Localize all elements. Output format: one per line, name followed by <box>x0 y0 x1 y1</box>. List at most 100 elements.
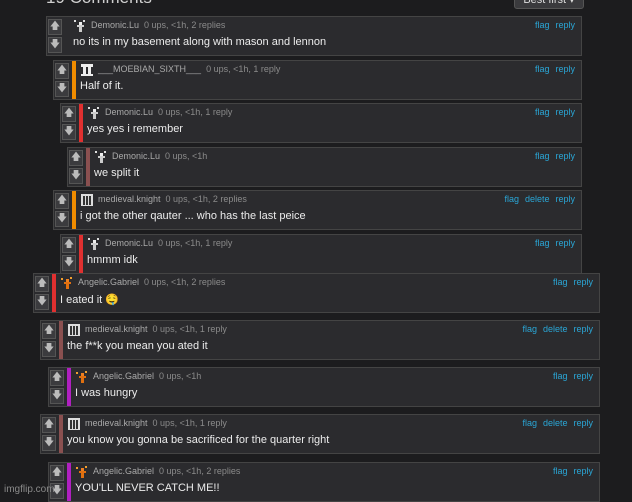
comment-username[interactable]: Demonic.Lu <box>105 107 153 117</box>
comment-stats: 0 ups, <1h, 1 reply <box>152 418 227 428</box>
thread-depth-bar <box>67 368 71 406</box>
downvote-button[interactable]: 🡇 <box>62 255 76 271</box>
knight-avatar-icon[interactable] <box>67 417 81 431</box>
reply-link[interactable]: reply <box>573 371 593 381</box>
knight-avatar-icon[interactable] <box>67 323 81 337</box>
comment-username[interactable]: medieval.knight <box>85 418 148 428</box>
comment-actions: flag reply <box>547 466 593 476</box>
upvote-button[interactable]: 🡅 <box>50 465 64 481</box>
comment-stats: 0 ups, <1h, 2 replies <box>159 466 241 476</box>
reply-link[interactable]: reply <box>555 107 575 117</box>
moebian-avatar-icon[interactable] <box>80 63 94 77</box>
thread-depth-bar <box>59 321 63 359</box>
vote-controls: 🡅 🡇 <box>41 321 57 359</box>
comment-text: you know you gonna be sacrificed for the… <box>67 434 330 446</box>
comment-meta: Demonic.Lu 0 ups, <1h, 2 replies <box>91 20 225 30</box>
upvote-button[interactable]: 🡅 <box>55 63 69 79</box>
flag-link[interactable]: flag <box>535 238 550 248</box>
comment-item: 🡅 🡇 Angelic.Gabriel 0 ups, <1h, 2 replies… <box>33 273 600 313</box>
upvote-button[interactable]: 🡅 <box>62 237 76 253</box>
downvote-button[interactable]: 🡇 <box>35 294 49 310</box>
comment-meta: Angelic.Gabriel 0 ups, <1h, 2 replies <box>78 277 225 287</box>
reply-link[interactable]: reply <box>573 466 593 476</box>
comment-stats: 0 ups, <1h, 1 reply <box>158 238 233 248</box>
upvote-button[interactable]: 🡅 <box>42 323 56 339</box>
upvote-button[interactable]: 🡅 <box>69 150 83 166</box>
comment-text: Half of it. <box>80 80 124 92</box>
flag-link[interactable]: flag <box>553 371 568 381</box>
demonic-avatar-icon[interactable] <box>73 19 87 33</box>
flag-link[interactable]: flag <box>553 277 568 287</box>
comment-item: 🡅 🡇 medieval.knight 0 ups, <1h, 1 reply f… <box>40 414 600 454</box>
downvote-button[interactable]: 🡇 <box>48 37 62 53</box>
vote-controls: 🡅 🡇 <box>54 61 70 99</box>
comment-username[interactable]: Angelic.Gabriel <box>93 371 154 381</box>
thread-depth-bar <box>86 148 90 186</box>
comment-stats: 0 ups, <1h, 1 reply <box>158 107 233 117</box>
comment-username[interactable]: Angelic.Gabriel <box>78 277 139 287</box>
reply-link[interactable]: reply <box>555 194 575 204</box>
comment-meta: medieval.knight 0 ups, <1h, 2 replies <box>98 194 247 204</box>
flag-link[interactable]: flag <box>535 151 550 161</box>
thread-depth-bar <box>65 17 69 55</box>
downvote-button[interactable]: 🡇 <box>69 168 83 184</box>
comment-item: 🡅 🡇 medieval.knight 0 ups, <1h, 2 replies… <box>53 190 582 230</box>
vote-controls: 🡅 🡇 <box>49 463 65 501</box>
upvote-button[interactable]: 🡅 <box>55 193 69 209</box>
knight-avatar-icon[interactable] <box>80 193 94 207</box>
upvote-button[interactable]: 🡅 <box>35 276 49 292</box>
downvote-button[interactable]: 🡇 <box>50 388 64 404</box>
reply-link[interactable]: reply <box>573 418 593 428</box>
comment-username[interactable]: medieval.knight <box>98 194 161 204</box>
downvote-button[interactable]: 🡇 <box>55 211 69 227</box>
upvote-button[interactable]: 🡅 <box>50 370 64 386</box>
downvote-button[interactable]: 🡇 <box>55 81 69 97</box>
upvote-button[interactable]: 🡅 <box>48 19 62 35</box>
downvote-button[interactable]: 🡇 <box>42 341 56 357</box>
comment-actions: flag reply <box>547 371 593 381</box>
reply-link[interactable]: reply <box>555 238 575 248</box>
demonic-avatar-icon[interactable] <box>94 150 108 164</box>
thread-depth-bar <box>67 463 71 501</box>
upvote-button[interactable]: 🡅 <box>42 417 56 433</box>
upvote-button[interactable]: 🡅 <box>62 106 76 122</box>
vote-controls: 🡅 🡇 <box>47 17 63 55</box>
comment-stats: 0 ups, <1h <box>165 151 208 161</box>
reply-link[interactable]: reply <box>573 277 593 287</box>
flag-link[interactable]: flag <box>535 107 550 117</box>
delete-link[interactable]: delete <box>543 418 568 428</box>
comment-actions: flag reply <box>529 64 575 74</box>
angelic-avatar-icon[interactable] <box>75 465 89 479</box>
comment-username[interactable]: ___MOEBIAN_SIXTH___ <box>98 64 201 74</box>
comment-username[interactable]: Demonic.Lu <box>105 238 153 248</box>
reply-link[interactable]: reply <box>555 151 575 161</box>
comment-username[interactable]: Demonic.Lu <box>112 151 160 161</box>
angelic-avatar-icon[interactable] <box>75 370 89 384</box>
comment-username[interactable]: medieval.knight <box>85 324 148 334</box>
reply-link[interactable]: reply <box>555 64 575 74</box>
comment-actions: flag reply <box>529 20 575 30</box>
comment-item: 🡅 🡇 Demonic.Lu 0 ups, <1h, 1 reply flag re… <box>60 103 582 143</box>
delete-link[interactable]: delete <box>525 194 550 204</box>
flag-link[interactable]: flag <box>535 64 550 74</box>
downvote-button[interactable]: 🡇 <box>42 435 56 451</box>
delete-link[interactable]: delete <box>543 324 568 334</box>
flag-link[interactable]: flag <box>504 194 519 204</box>
flag-link[interactable]: flag <box>535 20 550 30</box>
demonic-avatar-icon[interactable] <box>87 106 101 120</box>
comment-username[interactable]: Angelic.Gabriel <box>93 466 154 476</box>
comment-item: 🡅 🡇 ___MOEBIAN_SIXTH___ 0 ups, <1h, 1 rep… <box>53 60 582 100</box>
vote-controls: 🡅 🡇 <box>61 104 77 142</box>
flag-link[interactable]: flag <box>522 418 537 428</box>
demonic-avatar-icon[interactable] <box>87 237 101 251</box>
reply-link[interactable]: reply <box>573 324 593 334</box>
angelic-avatar-icon[interactable] <box>60 276 74 290</box>
comment-username[interactable]: Demonic.Lu <box>91 20 139 30</box>
comment-meta: medieval.knight 0 ups, <1h, 1 reply <box>85 324 227 334</box>
reply-link[interactable]: reply <box>555 20 575 30</box>
downvote-button[interactable]: 🡇 <box>62 124 76 140</box>
sort-dropdown[interactable]: Best first ▾ <box>514 0 584 9</box>
flag-link[interactable]: flag <box>553 466 568 476</box>
flag-link[interactable]: flag <box>522 324 537 334</box>
thread-depth-bar <box>79 104 83 142</box>
